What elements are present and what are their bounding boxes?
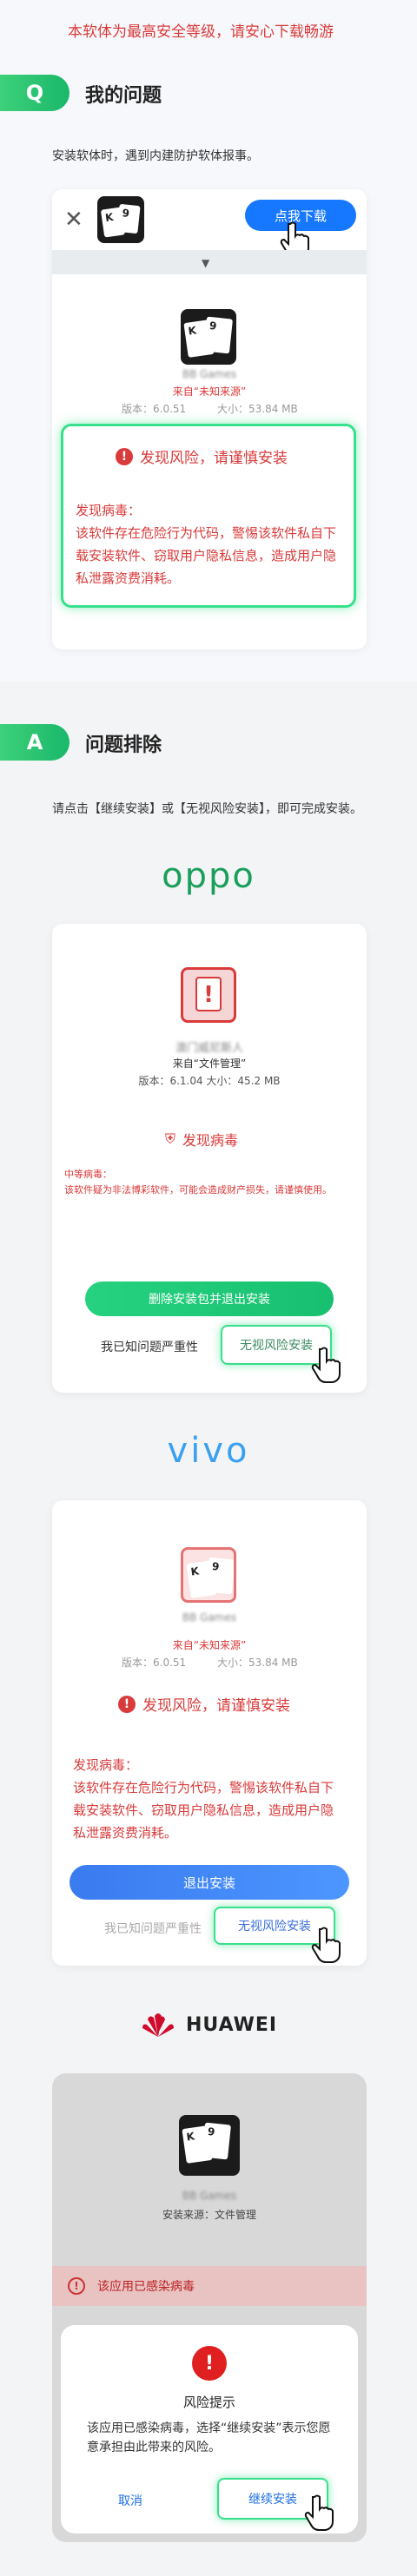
oppo-risk-body: 该软件疑为非法博彩软件，可能会造成财产损失，请谨慎使用。 — [64, 1184, 332, 1196]
huawei-petal-icon — [142, 2013, 174, 2037]
source-text: 来自“未知来源” — [172, 385, 247, 398]
shield-alert-icon: ⛨ — [165, 1130, 176, 1147]
q-description: 安装软体时，遇到内建防护软体报事。 — [52, 149, 259, 163]
app-name: BB Games — [182, 368, 237, 380]
warning-icon: ! — [68, 2277, 85, 2295]
a-title: 问题排除 — [85, 735, 162, 756]
oppo-virus-title: 发现病毒 — [182, 1132, 239, 1149]
app-icon: K 9 — [97, 196, 144, 243]
oppo-logo: oppo — [162, 856, 255, 896]
risk-warning-box: ! 发现风险，请谨慎安装 发现病毒： 该软件存在危险行为代码，警惕该软件私自下载… — [61, 424, 356, 608]
vivo-card: K9 BB Games 来自“未知来源” 版本：6.0.51 大小：53.84 … — [52, 1500, 367, 1966]
oppo-source: 来自“文件管理” — [172, 1057, 247, 1070]
huawei-app-icon: K9 — [179, 2115, 240, 2176]
q-badge: Q — [0, 75, 70, 111]
huawei-infected-text: 该应用已感染病毒 — [97, 2280, 195, 2294]
tagline: 本软体为最高安全等级，请安心下载畅游 — [68, 23, 334, 41]
vivo-virus-body: 该软件存在危险行为代码，警惕该软件私自下载安装软件、窃取用户隐私信息，造成用户隐… — [73, 1780, 334, 1841]
pointer-hand-icon — [304, 2494, 334, 2531]
oppo-app-name: 澳门威尼斯人 — [175, 1042, 243, 1055]
huawei-wordmark: HUAWEI — [186, 2013, 278, 2036]
download-card: ✕ K 9 点我下载 ▼ K9 BB Games 来自“未知来源” 版本：6.0… — [52, 189, 367, 649]
virus-heading: 发现病毒： — [76, 503, 142, 518]
huawei-card: K9 BB Games 安装来源：文件管理 ! 该应用已感染病毒 ! 风险提示 … — [52, 2073, 367, 2542]
version-text: 版本：6.0.51 — [122, 403, 187, 415]
q-title: 我的问题 — [85, 85, 162, 107]
vivo-exit-button[interactable]: 退出安装 — [70, 1865, 349, 1900]
app-icon-large: K9 — [181, 309, 236, 365]
huawei-dialog-title: 风险提示 — [182, 2395, 235, 2410]
vivo-logo: vivo — [167, 1431, 250, 1471]
huawei-logo: HUAWEI — [139, 2011, 277, 2039]
pointer-hand-icon — [311, 1927, 341, 1963]
huawei-infected-banner: ! 该应用已感染病毒 — [52, 2266, 367, 2306]
vivo-virus-heading: 发现病毒： — [73, 1757, 139, 1773]
risk-title: 发现风险，请谨慎安装 — [140, 450, 288, 467]
vivo-app-name: BB Games — [182, 1611, 237, 1624]
pointer-hand-icon — [311, 1347, 341, 1383]
oppo-app-icon: ! — [181, 967, 236, 1023]
alert-icon: ! — [116, 447, 133, 465]
huawei-dialog-body: 该应用已感染病毒，选择“继续安装”表示您愿意承担由此带来的风险。 — [87, 2421, 331, 2454]
vivo-size: 大小：53.84 MB — [217, 1657, 298, 1669]
oppo-delete-exit-button[interactable]: 删除安装包并退出安装 — [85, 1281, 334, 1316]
huawei-source: 安装来源：文件管理 — [162, 2209, 256, 2221]
huawei-cancel-button[interactable]: 取消 — [96, 2492, 165, 2509]
oppo-risk-level: 中等病毒： — [64, 1169, 112, 1180]
size-text: 大小：53.84 MB — [217, 403, 298, 415]
oppo-acknowledge-text: 我已知问题严重性 — [101, 1341, 198, 1354]
virus-body: 该软件存在危险行为代码，警惕该软件私自下载安装软件、窃取用户隐私信息，造成用户隐… — [76, 525, 337, 586]
danger-icon: ! — [192, 2346, 227, 2381]
vivo-acknowledge-text: 我已知问题严重性 — [104, 1922, 202, 1936]
oppo-version-size: 版本：6.1.04 大小：45.2 MB — [138, 1075, 281, 1087]
vivo-source: 来自“未知来源” — [172, 1639, 247, 1651]
vivo-app-icon: K9 — [181, 1547, 236, 1603]
vivo-risk-title: 发现风险，请谨慎安装 — [142, 1697, 290, 1715]
vivo-version: 版本：6.0.51 — [122, 1657, 187, 1669]
close-icon[interactable]: ✕ — [64, 207, 83, 233]
huawei-risk-dialog: ! 风险提示 该应用已感染病毒，选择“继续安装”表示您愿意承担由此带来的风险。 … — [61, 2325, 358, 2533]
oppo-card: ! 澳门威尼斯人 来自“文件管理” 版本：6.1.04 大小：45.2 MB ⛨… — [52, 924, 367, 1393]
alert-icon: ! — [118, 1695, 136, 1713]
chevron-down-icon[interactable]: ▼ — [202, 257, 209, 269]
a-badge: A — [0, 724, 70, 761]
huawei-app-name: BB Games — [182, 2190, 237, 2202]
a-description: 请点击【继续安装】或【无视风险安装】，即可完成安装。 — [52, 802, 362, 816]
